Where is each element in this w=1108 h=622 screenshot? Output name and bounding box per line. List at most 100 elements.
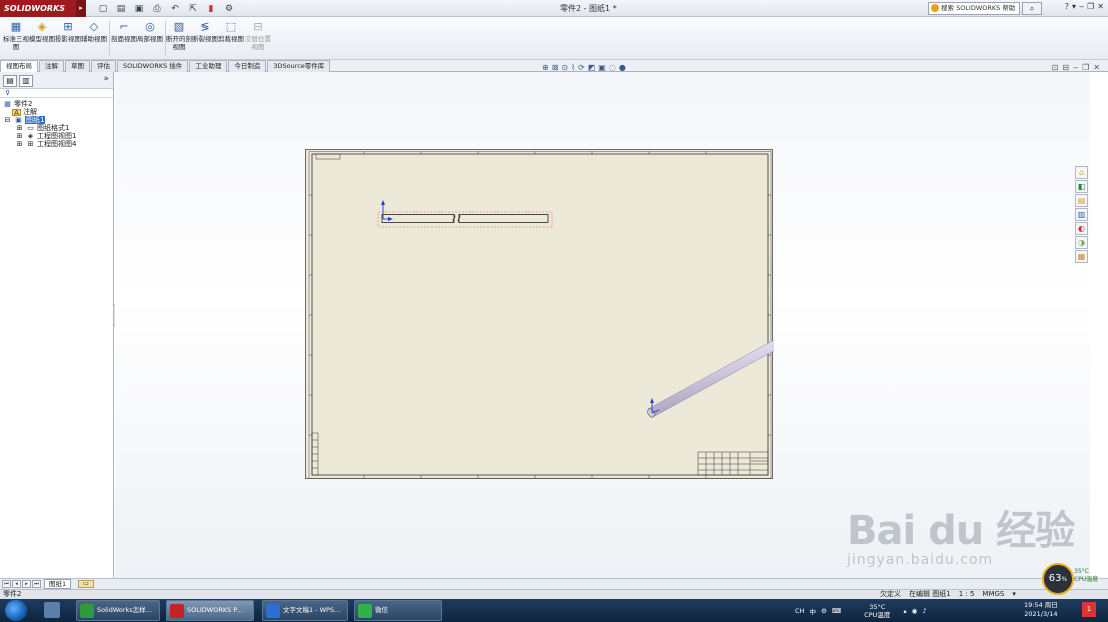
last-sheet-icon[interactable]: ⏭ bbox=[32, 580, 41, 588]
resources-icon[interactable]: ◧ bbox=[1075, 180, 1088, 193]
menu-expand-arrow-icon[interactable]: ▸ bbox=[76, 0, 86, 17]
input-lang[interactable]: CH bbox=[795, 607, 804, 615]
model-view-button[interactable]: ◈ 模型视图 bbox=[29, 20, 55, 43]
task-wps[interactable]: 文字文稿1 - WPS... bbox=[262, 600, 348, 621]
select-icon[interactable]: ⇱ bbox=[186, 3, 200, 15]
appearances-icon[interactable]: ◑ bbox=[1075, 236, 1088, 249]
rotate-icon[interactable]: ⟳ bbox=[578, 63, 585, 72]
viewport-restore-icon[interactable]: ❐ bbox=[1082, 63, 1089, 72]
tab-today-manufacturing[interactable]: 今日制造 bbox=[228, 60, 267, 72]
task-solidworks[interactable]: SOLIDWORKS P... bbox=[166, 600, 254, 621]
expand-toggle-icon[interactable]: ⊞ bbox=[15, 132, 24, 140]
expand-toggle-icon[interactable]: ⊟ bbox=[3, 116, 12, 124]
appearance-icon[interactable]: ● bbox=[619, 63, 626, 72]
section-view-button[interactable]: ⌐ 剖面视图 bbox=[111, 20, 137, 43]
viewport-minimize-icon[interactable]: ‒ bbox=[1073, 63, 1078, 72]
zoom-previous-icon[interactable]: ⊙ bbox=[561, 63, 568, 72]
tab-evaluate[interactable]: 评估 bbox=[91, 60, 116, 72]
options-icon[interactable]: ⚙ bbox=[222, 3, 236, 15]
prev-sheet-icon[interactable]: ◂ bbox=[12, 580, 21, 588]
close-button[interactable]: ✕ bbox=[1097, 2, 1104, 11]
tab-3dsource[interactable]: 3DSource零件库 bbox=[267, 60, 331, 72]
viewport-tile-icon[interactable]: ⊡ bbox=[1052, 63, 1059, 72]
auxiliary-view-button[interactable]: ◇ 辅助视图 bbox=[81, 20, 107, 43]
detail-view-button[interactable]: ◎ 局部视图 bbox=[137, 20, 163, 43]
break-view-button[interactable]: ≶ 断裂视图 bbox=[192, 20, 218, 43]
undo-icon[interactable]: ↶ bbox=[168, 3, 182, 15]
cpu-temp-tray[interactable]: 35°C CPU温度 bbox=[864, 603, 890, 619]
zoom-to-fit-icon[interactable]: ⊕ bbox=[542, 63, 549, 72]
tab-view-layout[interactable]: 视图布局 bbox=[0, 60, 38, 72]
start-button[interactable] bbox=[5, 600, 27, 621]
new-icon[interactable]: ▢ bbox=[96, 3, 110, 15]
task-browser[interactable]: SolidWorks怎样... bbox=[76, 600, 160, 621]
ime-mode[interactable]: 中 bbox=[809, 606, 816, 616]
panel-expand-icon[interactable]: » bbox=[103, 74, 109, 84]
expand-toggle-icon[interactable]: ⊞ bbox=[15, 140, 24, 148]
broken-out-section-button[interactable]: ▧ 断开的剖视图 bbox=[166, 20, 192, 51]
add-sheet-icon[interactable]: ▭ bbox=[78, 580, 94, 588]
tree-node-root[interactable]: ▦ 零件2 bbox=[3, 100, 113, 108]
cpu-percent: 63 bbox=[1048, 573, 1062, 584]
viewport-split-icon[interactable]: ⊟ bbox=[1062, 63, 1069, 72]
volume-icon[interactable]: ♪ bbox=[922, 607, 926, 615]
first-sheet-icon[interactable]: ⏮ bbox=[2, 580, 11, 588]
tab-industrial-assistant[interactable]: 工业助理 bbox=[189, 60, 228, 72]
sheet-outer-border bbox=[308, 151, 772, 479]
alternate-position-button[interactable]: ⊟ 交替位置视图 bbox=[245, 20, 271, 51]
help-search-input[interactable]: 搜索 SOLIDWORKS 帮助 bbox=[928, 2, 1020, 15]
tab-annotation[interactable]: 注解 bbox=[39, 60, 64, 72]
cpu-usage-gauge[interactable]: 63% bbox=[1042, 563, 1074, 595]
solidworks-logo[interactable]: SOLIDWORKS bbox=[0, 0, 76, 17]
home-icon[interactable]: ⌂ bbox=[1075, 166, 1088, 179]
tree-node-drawing-view-1[interactable]: ⊞ ◈ 工程图视图1 bbox=[3, 132, 113, 140]
expand-toggle-icon[interactable]: ⊞ bbox=[15, 124, 24, 132]
keyboard-tray-icon[interactable]: ⌨ bbox=[832, 607, 841, 615]
standard-3-view-button[interactable]: ▦ 标准三视图 bbox=[3, 20, 29, 51]
viewport-close-icon[interactable]: ✕ bbox=[1093, 63, 1100, 72]
drawing-sheet[interactable] bbox=[305, 149, 774, 479]
tree-node-drawing-view-4[interactable]: ⊞ ⊞ 工程图视图4 bbox=[3, 140, 113, 148]
help-dropdown-icon[interactable]: ▾ bbox=[1072, 2, 1076, 11]
rebuild-icon[interactable]: ▮ bbox=[204, 3, 218, 15]
feature-manager-tab-icon[interactable]: ▤ bbox=[3, 75, 17, 87]
section-icon[interactable]: ⌇ bbox=[571, 63, 575, 72]
status-units[interactable]: MMGS bbox=[982, 590, 1004, 599]
file-explorer-icon[interactable]: ▥ bbox=[1075, 208, 1088, 221]
tree-node-sheet-format[interactable]: ⊞ ▭ 图纸格式1 bbox=[3, 124, 113, 132]
tree-node-annotations[interactable]: A 注解 bbox=[3, 108, 113, 116]
search-button[interactable]: ⌕ bbox=[1022, 2, 1042, 15]
property-manager-tab-icon[interactable]: ▥ bbox=[19, 75, 33, 87]
view-palette-icon[interactable]: ◐ bbox=[1075, 222, 1088, 235]
save-icon[interactable]: ▣ bbox=[132, 3, 146, 15]
explorer-pinned-icon[interactable] bbox=[44, 602, 60, 618]
next-sheet-icon[interactable]: ▸ bbox=[22, 580, 31, 588]
custom-properties-icon[interactable]: ▦ bbox=[1075, 250, 1088, 263]
system-clock[interactable]: 19:54 周日 2021/3/14 bbox=[1024, 601, 1058, 619]
tray-expand-icon[interactable]: ▴ bbox=[903, 607, 906, 615]
crop-view-button[interactable]: ⬚ 剪裁视图 bbox=[218, 20, 244, 43]
settings-tray-icon[interactable]: ⚙ bbox=[821, 607, 827, 615]
restore-button[interactable]: ❐ bbox=[1087, 2, 1094, 11]
design-library-icon[interactable]: ▤ bbox=[1075, 194, 1088, 207]
hide-show-icon[interactable]: ◌ bbox=[609, 63, 616, 72]
tab-addins[interactable]: SOLIDWORKS 插件 bbox=[117, 60, 189, 72]
tree-node-sheet[interactable]: ⊟ ▣ 图纸1 bbox=[3, 116, 113, 124]
print-icon[interactable]: ⎙ bbox=[150, 3, 164, 15]
sheet-tab-1[interactable]: 图纸1 bbox=[44, 579, 72, 589]
network-icon[interactable]: ◉ bbox=[912, 607, 918, 615]
tree-root-label: 零件2 bbox=[14, 100, 33, 108]
tab-sketch[interactable]: 草图 bbox=[65, 60, 90, 72]
view-orientation-icon[interactable]: ◩ bbox=[588, 63, 596, 72]
status-units-dropdown[interactable]: ▾ bbox=[1012, 590, 1016, 599]
help-button[interactable]: ? bbox=[1065, 2, 1069, 11]
status-scale[interactable]: 1 : 5 bbox=[959, 590, 975, 599]
notification-badge[interactable]: 1 bbox=[1082, 602, 1096, 617]
zoom-to-area-icon[interactable]: ⊠ bbox=[552, 63, 559, 72]
projected-view-button[interactable]: ⊞ 投影视图 bbox=[55, 20, 81, 43]
display-style-icon[interactable]: ▣ bbox=[598, 63, 606, 72]
tree-filter[interactable]: ⊽ bbox=[0, 89, 113, 98]
minimize-button[interactable]: ‒ bbox=[1079, 2, 1084, 11]
task-wechat[interactable]: 微信 bbox=[354, 600, 442, 621]
open-icon[interactable]: ▤ bbox=[114, 3, 128, 15]
